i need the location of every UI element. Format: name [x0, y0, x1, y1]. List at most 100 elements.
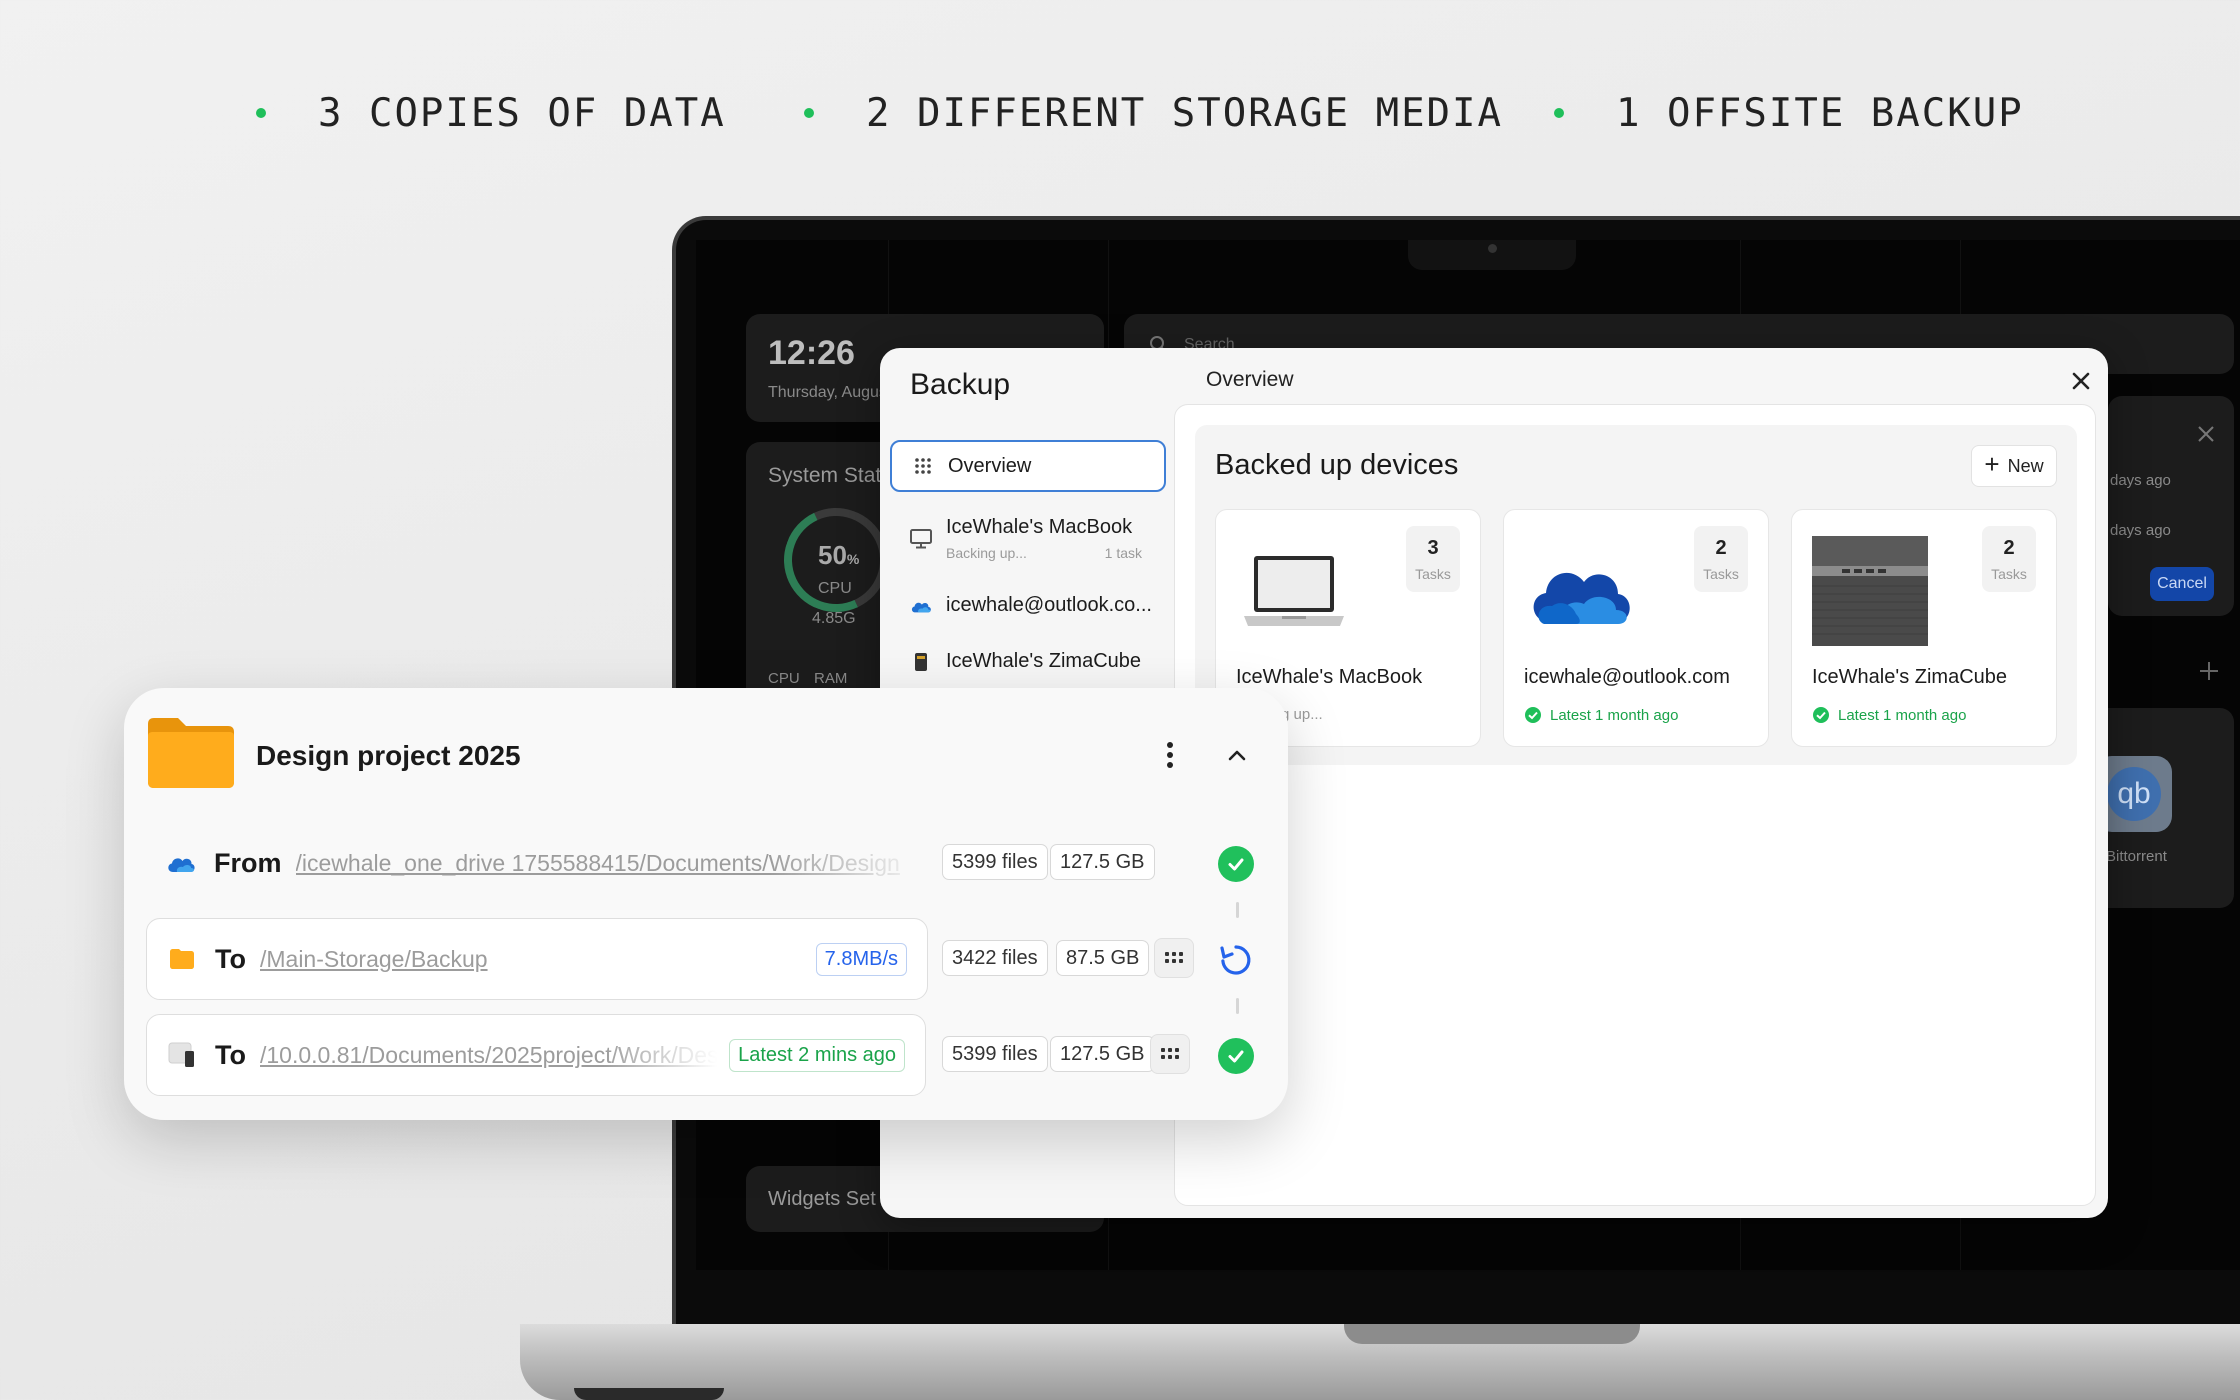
cancel-button[interactable]: Cancel	[2150, 567, 2214, 601]
row-label: To	[215, 943, 246, 974]
laptop-icon	[1244, 556, 1344, 626]
laptop-foot	[574, 1388, 724, 1400]
sidebar-item-label: IceWhale's ZimaCube	[946, 650, 1141, 672]
device-name: icewhale@outlook.com	[1524, 666, 1730, 688]
cpu-tab[interactable]: CPU	[768, 670, 800, 687]
chevron-up-icon[interactable]	[1222, 740, 1252, 770]
new-button-label: New	[2007, 455, 2044, 476]
backup-status: Backing up...	[946, 545, 1027, 561]
tasks-badge: 2 Tasks	[1982, 526, 2036, 592]
destination-path-link[interactable]: /10.0.0.81/Documents/2025project/Work/De…	[260, 1042, 717, 1069]
tasks-badge: 3 Tasks	[1406, 526, 1460, 592]
nas-device-icon	[167, 1040, 197, 1070]
widgets-settings-label: Widgets Set	[768, 1188, 876, 1210]
close-icon[interactable]	[2066, 366, 2096, 396]
sidebar-item-macbook[interactable]: IceWhale's MacBook Backing up... 1 task	[890, 516, 1166, 561]
device-status-text: Latest 1 month ago	[1550, 706, 1679, 724]
tasks-label: Tasks	[1703, 565, 1739, 582]
tasks-badge: 2 Tasks	[1694, 526, 1748, 592]
add-icon[interactable]	[2198, 660, 2220, 682]
sidebar-item-sub: Backing up... 1 task	[946, 545, 1142, 561]
cpu-percent: 50%	[818, 540, 859, 571]
backed-up-devices-panel: Backed up devices + New 3 Tasks IceWhale'…	[1195, 425, 2077, 765]
cpu-label: CPU	[818, 580, 852, 597]
source-path-link[interactable]: /icewhale_one_drive 1755588415/Documents…	[296, 850, 929, 877]
task-count: 1 task	[1104, 545, 1142, 561]
file-count: 5399 files	[942, 844, 1048, 880]
transfer-speed-badge: 7.8MB/s	[815, 942, 907, 976]
sidebar-item-label: IceWhale's MacBook	[946, 516, 1133, 538]
destination-row-network[interactable]: To /10.0.0.81/Documents/2025project/Work…	[146, 1014, 926, 1096]
plus-icon: +	[1984, 449, 2000, 479]
ram-tab[interactable]: RAM	[814, 670, 847, 687]
clock-date: Thursday, Augus	[768, 384, 887, 401]
bullet-dot	[804, 108, 814, 118]
destination-row-local[interactable]: To /Main-Storage/Backup 7.8MB/s	[146, 918, 928, 1000]
onedrive-icon	[910, 595, 932, 617]
system-status-label: System Stat	[768, 464, 882, 487]
tagline-copies: 3 COPIES OF DATA	[256, 88, 726, 138]
task-count: 2	[2003, 536, 2015, 559]
device-status-text: Latest 1 month ago	[1838, 706, 1967, 724]
grid-menu-button[interactable]	[1154, 938, 1194, 978]
success-check-icon	[1218, 1038, 1254, 1074]
check-circle-icon	[1813, 707, 1829, 723]
tasks-label: Tasks	[1415, 565, 1451, 582]
task-count: 3	[1427, 536, 1439, 559]
tasks-label: Tasks	[1991, 565, 2027, 582]
sidebar-item-overview[interactable]: Overview	[890, 440, 1166, 492]
connector-line	[1236, 998, 1239, 1014]
device-card-zimacube[interactable]: 2 Tasks IceWhale's ZimaCube Latest 1 mon…	[1791, 509, 2057, 747]
size-badge: 127.5 GB	[1050, 844, 1155, 880]
device-status: Latest 1 month ago	[1524, 706, 1678, 724]
laptop-base-notch	[1344, 1324, 1640, 1344]
overview-header: Overview	[1206, 368, 1294, 391]
syncing-icon	[1220, 945, 1251, 975]
project-title: Design project 2025	[256, 740, 521, 771]
bullet-dot	[256, 108, 266, 118]
tagline-offsite: 1 OFFSITE BACKUP	[1554, 88, 2024, 138]
tagline-text: 2 DIFFERENT STORAGE MEDIA	[866, 90, 1503, 136]
grid-icon	[1161, 1048, 1179, 1059]
device-name: IceWhale's ZimaCube	[1812, 666, 2007, 688]
onedrive-icon	[166, 848, 196, 878]
grid-icon	[912, 455, 934, 477]
device-status: Latest 1 month ago	[1812, 706, 1966, 724]
tagline-bar: 3 COPIES OF DATA 2 DIFFERENT STORAGE MED…	[0, 88, 2240, 138]
zimacube-device-icon	[1812, 536, 1928, 646]
device-name: IceWhale's MacBook	[1236, 666, 1423, 688]
overview-content: Backed up devices + New 3 Tasks IceWhale'…	[1174, 404, 2096, 1206]
tagline-text: 1 OFFSITE BACKUP	[1616, 90, 2024, 136]
latest-status-badge: Latest 2 mins ago	[729, 1038, 905, 1072]
tagline-text: 3 COPIES OF DATA	[318, 90, 726, 136]
more-options-icon[interactable]	[1160, 740, 1180, 770]
file-count: 5399 files	[942, 1036, 1048, 1072]
monitor-icon	[910, 528, 932, 550]
panel-title: Backed up devices	[1215, 449, 1459, 481]
destination-path-link[interactable]: /Main-Storage/Backup	[260, 946, 804, 973]
success-check-icon	[1218, 846, 1254, 882]
row-label: To	[215, 1039, 246, 1070]
zimacube-icon	[910, 651, 932, 673]
connector-line	[1236, 902, 1239, 918]
size-badge: 87.5 GB	[1056, 940, 1150, 976]
sidebar-item-onedrive[interactable]: icewhale@outlook.co...	[890, 594, 1166, 617]
sidebar-item-label: icewhale@outlook.co...	[946, 594, 1152, 616]
onedrive-cloud-icon	[1533, 572, 1630, 624]
sidebar-item-zimacube[interactable]: IceWhale's ZimaCube	[890, 650, 1166, 673]
device-card-onedrive[interactable]: 2 Tasks icewhale@outlook.com Latest 1 mo…	[1503, 509, 1769, 747]
cpu-percent-unit: %	[846, 551, 860, 567]
new-button[interactable]: + New	[1971, 445, 2057, 487]
close-icon[interactable]	[2196, 424, 2216, 444]
task-count: 2	[1715, 536, 1727, 559]
cpu-value: 4.85G	[812, 610, 856, 627]
clock-time: 12:26	[768, 334, 855, 372]
folder-icon	[167, 944, 197, 974]
cpu-percent-value: 50	[818, 540, 847, 570]
notification-time: days ago	[2110, 522, 2171, 539]
bittorrent-logo: qb	[2107, 767, 2161, 821]
source-row[interactable]: From /icewhale_one_drive 1755588415/Docu…	[146, 822, 928, 904]
grid-icon	[1165, 952, 1183, 963]
grid-menu-button[interactable]	[1150, 1034, 1190, 1074]
row-label: From	[214, 847, 282, 878]
